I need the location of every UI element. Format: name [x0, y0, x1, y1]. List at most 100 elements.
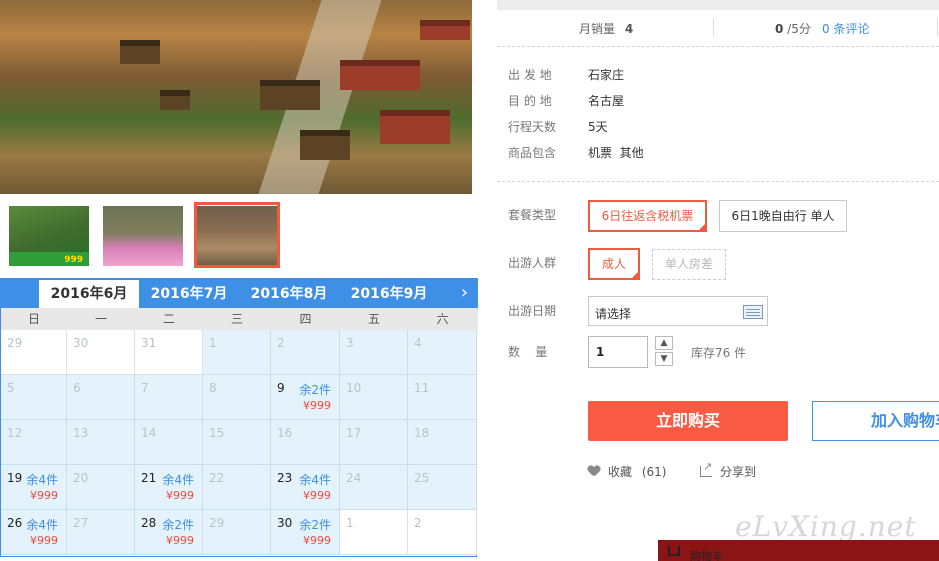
calendar-day: 2: [408, 510, 477, 555]
calendar-day: 29: [203, 510, 271, 555]
calendar-day-stock: 余2件: [162, 518, 194, 532]
tab-2016-09[interactable]: 2016年9月: [339, 280, 439, 308]
calendar-day: 1: [203, 330, 271, 375]
calendar-day[interactable]: 19 余4件 ¥999: [1, 465, 67, 510]
calendar-day[interactable]: 30 余2件 ¥999: [271, 510, 340, 555]
travel-date-placeholder: 请选择: [595, 307, 632, 321]
calendar-day-price: ¥999: [303, 399, 331, 412]
calendar-day-number: 23: [277, 471, 293, 485]
weekday-label: 四: [299, 312, 312, 326]
calendar-day: 10: [340, 375, 408, 420]
calendar-day-number: 16: [277, 426, 293, 440]
package-option-freetour[interactable]: 6日1晚自由行 单人: [719, 200, 847, 232]
calendar-day: 6: [67, 375, 135, 420]
calendar-day-number: 11: [414, 381, 430, 395]
calendar-day-number: 26: [7, 516, 23, 530]
calendar-day: 4: [408, 330, 477, 375]
calendar-day-number: 5: [7, 381, 15, 395]
calendar-day: 1: [340, 510, 408, 555]
calendar-day[interactable]: 21 余4件 ¥999: [135, 465, 203, 510]
calendar-day-stock: 余4件: [162, 473, 194, 487]
package-option-roundtrip[interactable]: 6日往返含税机票: [588, 200, 707, 232]
calendar-day: 25: [408, 465, 477, 510]
quantity-input[interactable]: 1: [588, 336, 648, 368]
calendar-day: 18: [408, 420, 477, 465]
traveler-option-adult[interactable]: 成人: [588, 248, 640, 280]
favorite-count: (61): [641, 465, 667, 479]
weekday-label: 日: [27, 312, 40, 326]
calendar-day: 8: [203, 375, 271, 420]
favorite-label: 收藏: [608, 465, 633, 479]
calendar-day: 2: [271, 330, 340, 375]
floating-cart-label: 购物车: [690, 550, 723, 561]
calendar-day-number: 30: [73, 336, 89, 350]
calendar-day-price: ¥999: [166, 534, 194, 547]
calendar-day-number: 15: [209, 426, 225, 440]
calendar-day: 5: [1, 375, 67, 420]
calendar-day-number: 19: [7, 471, 23, 485]
calendar-day[interactable]: 23 余4件 ¥999: [271, 465, 340, 510]
calendar-day: 17: [340, 420, 408, 465]
weekday-label: 六: [436, 312, 449, 326]
review-count-link[interactable]: 0 条评论: [822, 20, 869, 37]
add-to-cart-button[interactable]: 加入购物车: [812, 401, 939, 441]
destination-value: 名古屋: [588, 94, 625, 108]
tab-2016-08[interactable]: 2016年8月: [239, 280, 339, 308]
calendar-day-number: 29: [7, 336, 23, 350]
calendar-day[interactable]: 26 余4件 ¥999: [1, 510, 67, 555]
calendar-day-number: 18: [414, 426, 430, 440]
traveler-option-single-room[interactable]: 单人房差: [652, 249, 726, 280]
thumbnail-2[interactable]: [103, 206, 183, 266]
thumbnail-strip: 999: [0, 202, 472, 270]
calendar-day-number: 27: [73, 516, 89, 530]
quantity-up-button[interactable]: ▲: [655, 336, 673, 350]
tab-2016-07[interactable]: 2016年7月: [139, 280, 239, 308]
main-product-photo: [0, 0, 472, 194]
calendar-day: 20: [67, 465, 135, 510]
package-label: 套餐类型: [508, 208, 557, 222]
calendar-day-number: 30: [277, 516, 293, 530]
calendar-day-stock: 余4件: [299, 473, 331, 487]
stock-text: 库存76 件: [691, 346, 747, 360]
thumbnail-3[interactable]: [197, 206, 277, 266]
calendar-day-price: ¥999: [30, 489, 58, 502]
calendar-day-number: 28: [141, 516, 157, 530]
calendar-day-stock: 余4件: [26, 473, 58, 487]
weekday-label: 五: [367, 312, 380, 326]
chevron-right-icon[interactable]: ›: [461, 282, 468, 303]
calendar-day: 13: [67, 420, 135, 465]
calendar-day: 27: [67, 510, 135, 555]
includes-value: 机票 其他: [588, 146, 644, 160]
calendar-day: 22: [203, 465, 271, 510]
calendar-month-tabs: 2016年6月 2016年7月 2016年8月 2016年9月 ›: [1, 278, 478, 308]
weekday-label: 三: [230, 312, 243, 326]
calendar-icon[interactable]: [743, 305, 763, 319]
share-button[interactable]: 分享到: [700, 460, 757, 480]
travel-date-field[interactable]: 请选择: [588, 296, 768, 326]
days-value: 5天: [588, 120, 608, 134]
calendar-day-number: 1: [209, 336, 217, 350]
favorite-button[interactable]: 收藏 (61): [588, 463, 666, 480]
departure-label: 出 发 地: [508, 68, 552, 82]
buy-now-button[interactable]: 立即购买: [588, 401, 788, 441]
quantity-down-button[interactable]: ▼: [655, 352, 673, 366]
rating: 0 /5分: [775, 20, 811, 37]
calendar-day[interactable]: 28 余2件 ¥999: [135, 510, 203, 555]
calendar-day-number: 6: [73, 381, 81, 395]
calendar-day-number: 29: [209, 516, 225, 530]
floating-cart-bar[interactable]: 购物车: [658, 540, 939, 561]
calendar-day: 29: [1, 330, 67, 375]
calendar-day: 11: [408, 375, 477, 420]
tab-2016-06[interactable]: 2016年6月: [39, 280, 139, 308]
calendar-day-number: 3: [346, 336, 354, 350]
calendar-day-number: 2: [414, 516, 422, 530]
share-label: 分享到: [720, 465, 757, 479]
calendar-day-number: 20: [73, 471, 89, 485]
site-watermark: eLvXing.net: [735, 510, 917, 543]
weekday-header: 日一二三四五六: [1, 308, 478, 330]
calendar-day[interactable]: 9 余2件 ¥999: [271, 375, 340, 420]
calendar-day-number: 10: [346, 381, 362, 395]
calendar-day-number: 12: [7, 426, 23, 440]
calendar-day-number: 17: [346, 426, 362, 440]
thumbnail-1[interactable]: 999: [9, 206, 89, 266]
